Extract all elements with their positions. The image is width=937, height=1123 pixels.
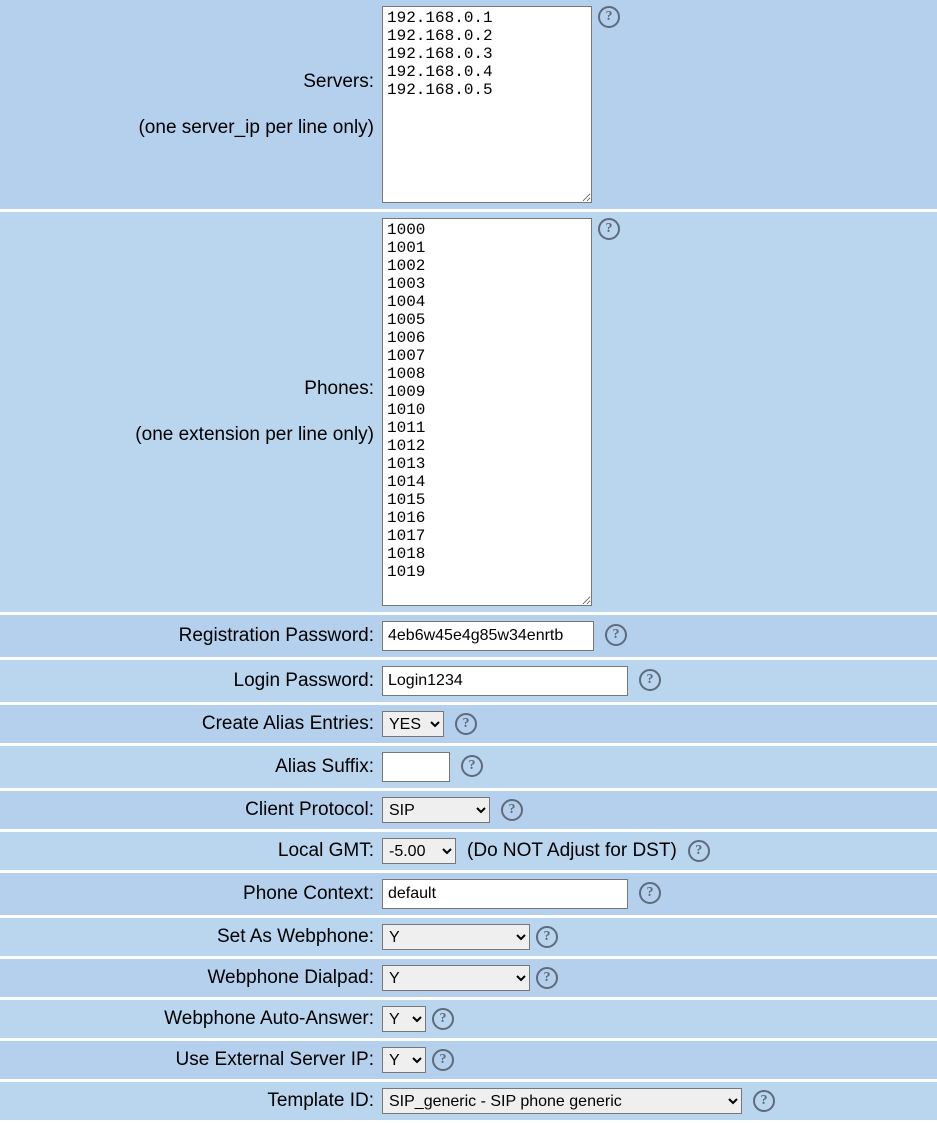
help-icon[interactable]: ? [605, 624, 627, 646]
phone-context-label: Phone Context: [0, 873, 378, 918]
webphone-auto-answer-select[interactable]: Y [382, 1006, 426, 1032]
template-id-select[interactable]: SIP_generic - SIP phone generic [382, 1088, 742, 1114]
local-gmt-select[interactable]: -5.00 [382, 838, 456, 864]
phone-context-input[interactable] [382, 879, 628, 909]
template-id-label: Template ID: [0, 1082, 378, 1123]
help-icon[interactable]: ? [639, 882, 661, 904]
help-icon[interactable]: ? [753, 1090, 775, 1112]
webphone-dialpad-select[interactable]: Y [382, 965, 530, 991]
help-icon[interactable]: ? [455, 713, 477, 735]
help-icon[interactable]: ? [432, 1008, 454, 1030]
registration-password-input[interactable] [382, 621, 594, 651]
phones-label-cell: Phones: (one extension per line only) [0, 212, 378, 615]
create-alias-label: Create Alias Entries: [0, 705, 378, 746]
login-password-input[interactable] [382, 666, 628, 696]
create-alias-select[interactable]: YES [382, 711, 444, 737]
help-icon[interactable]: ? [501, 799, 523, 821]
use-external-server-ip-select[interactable]: Y [382, 1047, 426, 1073]
phones-textarea[interactable] [382, 218, 592, 606]
webphone-dialpad-label: Webphone Dialpad: [0, 959, 378, 1000]
use-external-server-ip-label: Use External Server IP: [0, 1041, 378, 1082]
local-gmt-note: (Do NOT Adjust for DST) [467, 840, 677, 861]
help-icon[interactable]: ? [639, 669, 661, 691]
servers-label-cell: Servers: (one server_ip per line only) [0, 0, 378, 212]
alias-suffix-label: Alias Suffix: [0, 746, 378, 791]
local-gmt-label: Local GMT: [0, 832, 378, 873]
phones-sublabel: (one extension per line only) [4, 424, 374, 446]
webphone-auto-answer-label: Webphone Auto-Answer: [0, 1000, 378, 1041]
help-icon[interactable]: ? [598, 218, 620, 240]
set-as-webphone-label: Set As Webphone: [0, 918, 378, 959]
login-password-label: Login Password: [0, 660, 378, 705]
client-protocol-label: Client Protocol: [0, 791, 378, 832]
client-protocol-select[interactable]: SIP [382, 797, 490, 823]
help-icon[interactable]: ? [598, 6, 620, 28]
help-icon[interactable]: ? [432, 1049, 454, 1071]
servers-label: Servers: [4, 71, 374, 93]
servers-textarea[interactable] [382, 6, 592, 203]
help-icon[interactable]: ? [536, 967, 558, 989]
set-as-webphone-select[interactable]: Y [382, 924, 530, 950]
help-icon[interactable]: ? [688, 840, 710, 862]
phones-label: Phones: [4, 378, 374, 400]
help-icon[interactable]: ? [536, 926, 558, 948]
help-icon[interactable]: ? [461, 755, 483, 777]
servers-sublabel: (one server_ip per line only) [4, 117, 374, 139]
alias-suffix-input[interactable] [382, 752, 450, 782]
registration-password-label: Registration Password: [0, 615, 378, 660]
